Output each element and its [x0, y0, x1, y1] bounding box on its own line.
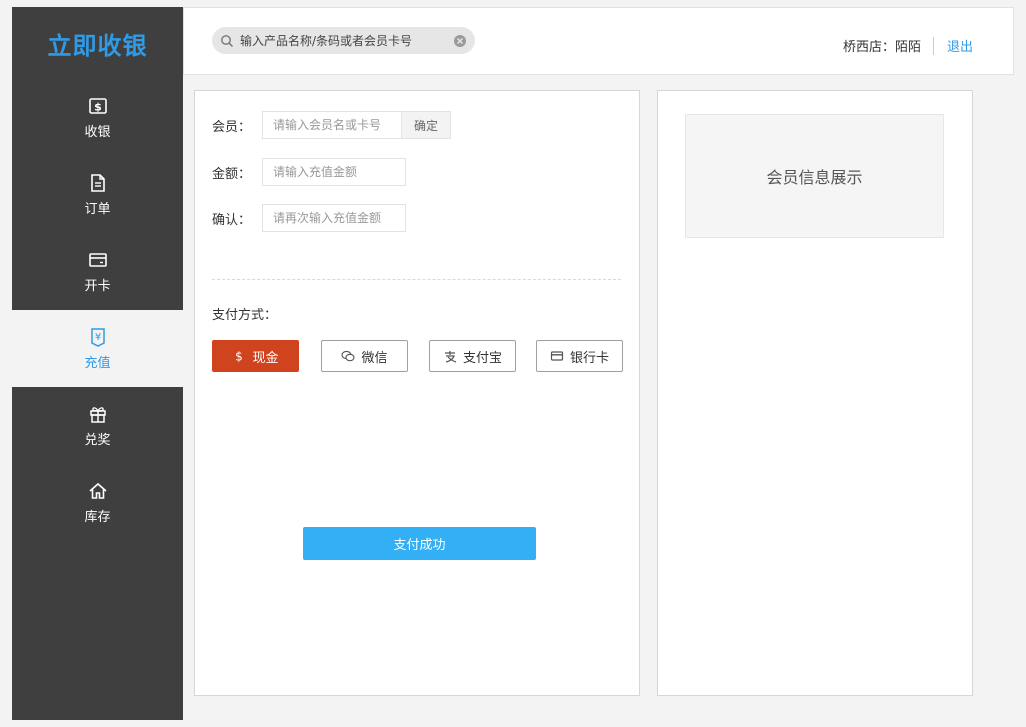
member-info-panel: 会员信息展示 — [657, 90, 973, 696]
sidebar: 立即收银 $ 收银 订单 开卡 ¥ 充值 兑奖 库存 — [12, 7, 183, 720]
search-bar — [212, 27, 475, 54]
dollar-icon: $ — [232, 349, 252, 364]
logout-link[interactable]: 退出 — [947, 36, 973, 55]
amount-label: 金额： — [212, 166, 252, 182]
svg-text:$: $ — [236, 350, 244, 364]
top-header: 桥西店：陌陌 退出 — [183, 7, 1014, 75]
sidebar-item-recharge[interactable]: ¥ 充值 — [12, 310, 183, 387]
yen-icon: ¥ — [87, 326, 109, 348]
svg-text:$: $ — [94, 101, 102, 114]
store-user-label: 桥西店：陌陌 — [842, 40, 921, 55]
amount-input[interactable] — [262, 158, 406, 186]
pay-method-label: 支付方式： — [212, 308, 278, 323]
wechat-icon — [341, 349, 361, 363]
sidebar-item-open-card[interactable]: 开卡 — [12, 233, 183, 310]
sidebar-item-label: 开卡 — [84, 279, 111, 294]
pay-wechat-button[interactable]: 微信 — [321, 340, 408, 372]
recharge-form-panel: 会员： 确定 金额： 确认： 支付方式： $ 现金 微信 支付宝 银行卡 — [194, 90, 640, 696]
pay-alipay-button[interactable]: 支付宝 — [429, 340, 516, 372]
sidebar-item-label: 兑奖 — [84, 433, 111, 448]
pay-success-button[interactable]: 支付成功 — [303, 527, 536, 560]
svg-text:¥: ¥ — [94, 332, 100, 343]
search-icon — [220, 34, 234, 48]
brand-logo: 立即收银 — [47, 31, 148, 60]
confirm-amount-row: 确认： — [212, 204, 406, 232]
pay-alipay-label: 支付宝 — [462, 350, 502, 366]
pay-wechat-label: 微信 — [361, 350, 388, 366]
sidebar-item-label: 库存 — [84, 510, 111, 525]
document-icon — [87, 172, 109, 194]
sidebar-item-redeem[interactable]: 兑奖 — [12, 387, 183, 464]
confirm-amount-label: 确认： — [212, 212, 252, 228]
cash-icon: $ — [87, 95, 109, 117]
confirm-member-button[interactable]: 确定 — [402, 111, 451, 139]
sidebar-item-inventory[interactable]: 库存 — [12, 464, 183, 541]
sidebar-item-orders[interactable]: 订单 — [12, 156, 183, 233]
member-info-placeholder: 会员信息展示 — [685, 114, 944, 238]
sidebar-item-label: 充值 — [84, 356, 111, 371]
pay-bankcard-label: 银行卡 — [569, 350, 609, 366]
sidebar-item-cashier[interactable]: $ 收银 — [12, 79, 183, 156]
header-divider — [933, 37, 934, 55]
confirm-amount-input[interactable] — [262, 204, 406, 232]
member-row: 会员： 确定 — [212, 111, 451, 139]
search-input[interactable] — [240, 33, 453, 48]
card-icon — [87, 249, 109, 271]
alipay-icon — [443, 349, 463, 363]
clear-icon[interactable] — [453, 34, 467, 48]
bankcard-icon — [550, 349, 570, 363]
pay-bankcard-button[interactable]: 银行卡 — [536, 340, 623, 372]
sidebar-item-label: 收银 — [84, 125, 111, 140]
form-divider — [212, 279, 621, 280]
home-icon — [87, 480, 109, 502]
gift-icon — [87, 403, 109, 425]
pay-cash-label: 现金 — [252, 350, 279, 366]
pay-cash-button[interactable]: $ 现金 — [212, 340, 299, 372]
member-input[interactable] — [262, 111, 402, 139]
amount-row: 金额： — [212, 158, 406, 186]
sidebar-item-label: 订单 — [84, 202, 111, 217]
member-label: 会员： — [212, 119, 252, 135]
